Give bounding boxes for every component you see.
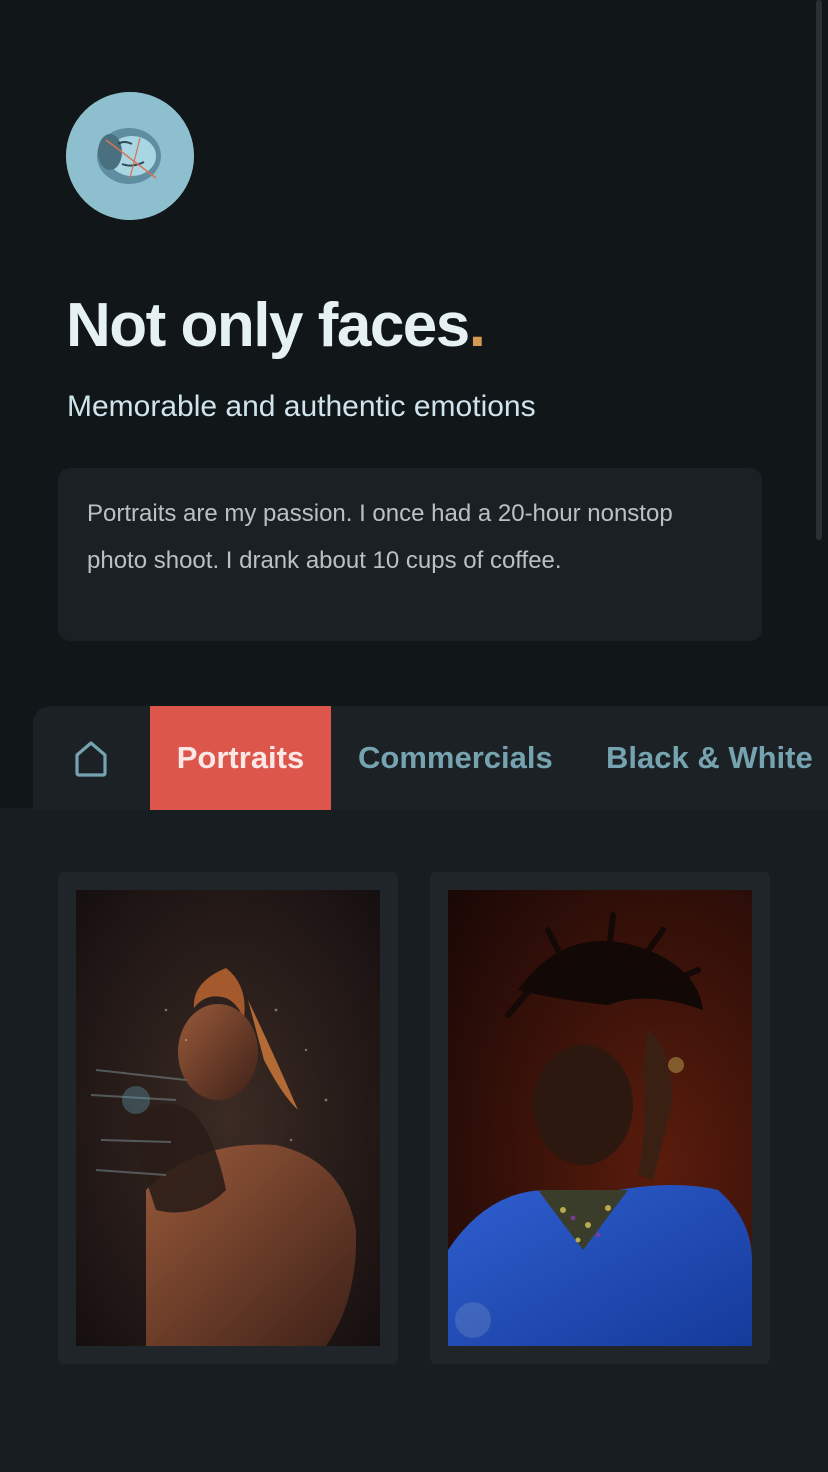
- page-subtitle: Memorable and authentic emotions: [67, 390, 536, 423]
- category-nav: Portraits Commercials Black & White: [33, 706, 828, 810]
- page-title: Not only faces.: [66, 290, 486, 361]
- home-icon[interactable]: [73, 738, 109, 778]
- tab-portraits[interactable]: Portraits: [150, 706, 331, 810]
- tab-commercials[interactable]: Commercials: [358, 706, 553, 810]
- gallery-card[interactable]: [58, 872, 398, 1364]
- scrollbar[interactable]: [816, 0, 822, 540]
- bio-text: Portraits are my passion. I once had a 2…: [58, 468, 762, 641]
- headline-text: Not only faces: [66, 291, 470, 360]
- tab-black-white[interactable]: Black & White: [606, 706, 813, 810]
- portrait-photo[interactable]: [76, 890, 380, 1346]
- gallery-card[interactable]: [430, 872, 770, 1364]
- headline-dot: .: [468, 291, 486, 360]
- portrait-photo[interactable]: [448, 890, 752, 1346]
- hero-section: Not only faces. Memorable and authentic …: [0, 0, 828, 808]
- avatar: [66, 92, 194, 220]
